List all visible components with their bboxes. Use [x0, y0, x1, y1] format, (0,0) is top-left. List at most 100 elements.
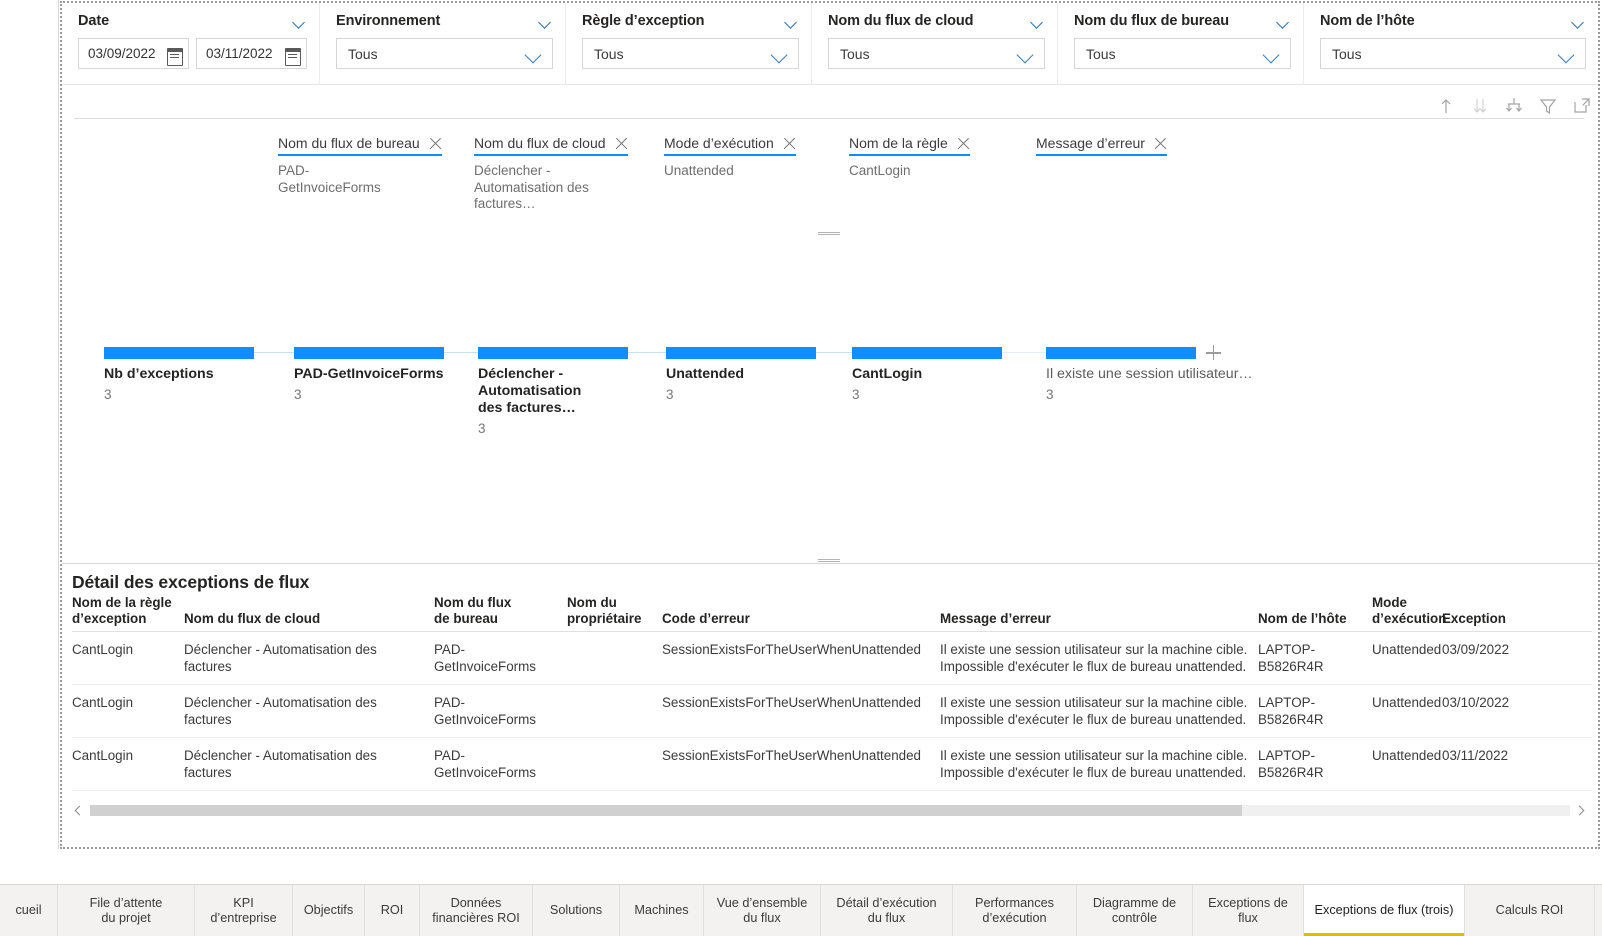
report-tab-11[interactable]: Diagramme de contrôle: [1077, 885, 1193, 936]
report-tab-10[interactable]: Performances d’exécution: [953, 885, 1077, 936]
tree-node[interactable]: Unattended 3: [666, 347, 816, 403]
drill-up-icon[interactable]: [1436, 96, 1456, 116]
tree-node-label: Nb d’exceptions: [104, 366, 214, 382]
column-header[interactable]: Exception: [1442, 611, 1532, 627]
tree-level-header[interactable]: Nom du flux de bureau: [278, 135, 442, 156]
tree-level-header[interactable]: Nom du flux de cloud: [474, 135, 628, 156]
table-row[interactable]: CantLogin Déclencher - Automatisation des…: [72, 738, 1592, 791]
chevron-down-icon[interactable]: [1017, 45, 1035, 63]
tree-node[interactable]: Déclencher - Automatisation des factures…: [478, 347, 628, 437]
close-icon[interactable]: [615, 137, 628, 150]
scrollbar-thumb[interactable]: [90, 804, 1242, 816]
slicer-title: Date: [78, 13, 110, 29]
calendar-icon[interactable]: [285, 47, 301, 66]
tree-level-name: Nom de la règle: [849, 135, 948, 151]
tree-node[interactable]: Il existe une session utilisateur… 3: [1046, 347, 1256, 403]
report-tab-2[interactable]: KPI d’entreprise: [195, 885, 293, 936]
scroll-right-icon[interactable]: [1574, 803, 1588, 817]
scrollbar-track[interactable]: [90, 804, 1570, 816]
column-header[interactable]: Message d’erreur: [940, 611, 1258, 627]
column-header[interactable]: Nom du flux de cloud: [184, 611, 434, 627]
chevron-down-icon[interactable]: [783, 14, 799, 30]
close-icon[interactable]: [429, 137, 442, 150]
slicer-dropdown[interactable]: Tous: [336, 38, 553, 69]
table-horizontal-scrollbar[interactable]: [72, 802, 1588, 818]
chevron-down-icon[interactable]: [1570, 14, 1586, 30]
report-tab-5[interactable]: Données financières ROI: [420, 885, 533, 936]
tree-node[interactable]: Nb d’exceptions 3: [104, 347, 254, 403]
scroll-left-icon[interactable]: [72, 803, 86, 817]
close-icon[interactable]: [957, 137, 970, 150]
chevron-down-icon[interactable]: [537, 14, 553, 30]
slicer-2: Règle d’exception Tous: [566, 3, 812, 85]
tree-level-name: Nom du flux de cloud: [474, 135, 606, 151]
slicer-dropdown[interactable]: Tous: [828, 38, 1045, 69]
table-cell-exception: 03/10/2022: [1442, 695, 1510, 710]
expand-all-icon[interactable]: [1504, 96, 1524, 116]
drill-down-icon[interactable]: [1470, 96, 1490, 116]
tree-node-bar[interactable]: [852, 347, 1002, 359]
report-tab-3[interactable]: Objectifs: [293, 885, 365, 936]
slicer-title: Nom du flux de cloud: [828, 13, 974, 29]
report-tab-7[interactable]: Machines: [620, 885, 704, 936]
tree-node-label: Déclencher - Automatisation des factures…: [478, 366, 582, 416]
date-end-input[interactable]: 03/11/2022: [196, 38, 307, 69]
report-tab-14[interactable]: Calculs ROI: [1465, 885, 1595, 936]
calendar-icon[interactable]: [167, 47, 183, 66]
report-tab-12[interactable]: Exceptions de flux: [1193, 885, 1304, 936]
tree-level-header[interactable]: Message d’erreur: [1036, 135, 1167, 156]
column-header[interactable]: Nom du flux de bureau: [434, 595, 567, 626]
report-tab-1[interactable]: File d’attente du projet: [58, 885, 195, 936]
table-row[interactable]: CantLogin Déclencher - Automatisation des…: [72, 685, 1592, 738]
tree-node-value: 3: [852, 387, 860, 402]
report-tab-4[interactable]: ROI: [365, 885, 420, 936]
filter-icon[interactable]: [1538, 96, 1558, 116]
slicer-dropdown[interactable]: Tous: [1074, 38, 1291, 69]
report-tab-13[interactable]: Exceptions de flux (trois): [1304, 885, 1465, 936]
tree-node-bar[interactable]: [666, 347, 816, 359]
tree-node-bar[interactable]: [104, 347, 254, 359]
column-header[interactable]: Nom de l’hôte: [1258, 611, 1372, 627]
tree-node-bar[interactable]: [478, 347, 628, 359]
tree-node-bar[interactable]: [1046, 347, 1196, 359]
chevron-down-icon[interactable]: [771, 45, 789, 63]
close-icon[interactable]: [1154, 137, 1167, 150]
tree-node[interactable]: CantLogin 3: [852, 347, 1002, 403]
chevron-down-icon[interactable]: [1263, 45, 1281, 63]
close-icon[interactable]: [783, 137, 796, 150]
table-cell-host: LAPTOP-B5826R4R: [1258, 748, 1324, 780]
slicer-dropdown[interactable]: Tous: [582, 38, 799, 69]
chevron-down-icon[interactable]: [1558, 45, 1576, 63]
visual-resize-handle-top[interactable]: [818, 232, 840, 235]
report-tab-6[interactable]: Solutions: [533, 885, 620, 936]
report-tab-8[interactable]: Vue d’ensemble du flux: [704, 885, 821, 936]
column-header[interactable]: Nom du propriétaire: [567, 595, 662, 626]
tree-node-bar[interactable]: [294, 347, 444, 359]
table-cell-error-message: Il existe une session utilisateur sur la…: [940, 695, 1248, 727]
chevron-down-icon[interactable]: [1029, 14, 1045, 30]
column-header[interactable]: Mode d’exécution: [1372, 595, 1446, 626]
tree-node-label: Unattended: [666, 366, 745, 382]
report-tab-9[interactable]: Détail d’exécution du flux: [821, 885, 953, 936]
focus-mode-icon[interactable]: [1572, 96, 1592, 116]
tree-node[interactable]: PAD-GetInvoiceForms 3: [294, 347, 449, 403]
slicer-3: Nom du flux de cloud Tous: [812, 3, 1058, 85]
column-header[interactable]: Code d’erreur: [662, 611, 940, 627]
tree-level-header[interactable]: Mode d’exécution: [664, 135, 796, 156]
tree-level-header[interactable]: Nom de la règle: [849, 135, 970, 156]
table-row[interactable]: CantLogin Déclencher - Automatisation des…: [72, 632, 1592, 685]
report-tab-0[interactable]: cueil: [0, 885, 58, 936]
table-cell-host: LAPTOP-B5826R4R: [1258, 642, 1324, 674]
date-start-input[interactable]: 03/09/2022: [78, 38, 189, 69]
plus-icon[interactable]: [1206, 345, 1221, 360]
column-header[interactable]: Nom de la règle d’exception: [72, 595, 184, 626]
chevron-down-icon[interactable]: [1275, 14, 1291, 30]
visual-resize-handle-bottom[interactable]: [818, 559, 840, 562]
tree-level-name: Mode d’exécution: [664, 135, 774, 151]
table-cell-mode: Unattended: [1372, 748, 1442, 763]
chevron-down-icon[interactable]: [291, 14, 307, 30]
chevron-down-icon[interactable]: [525, 45, 543, 63]
table-cell-desktop-flow: PAD-GetInvoiceForms: [434, 748, 536, 780]
tree-level-selected-value: Unattended: [664, 163, 734, 178]
slicer-dropdown[interactable]: Tous: [1320, 38, 1586, 69]
